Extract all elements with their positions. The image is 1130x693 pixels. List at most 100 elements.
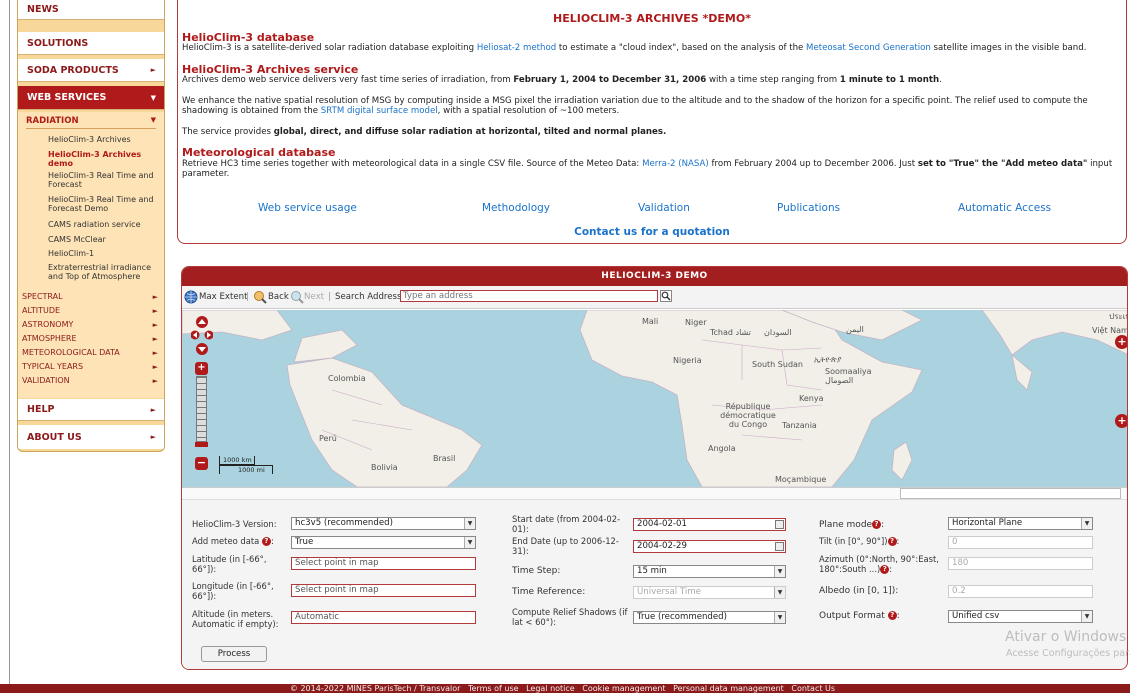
submenu-item-hc3-archives-demo[interactable]: HelioClim-3 Archives demo [48, 150, 160, 168]
expand-icon[interactable]: + [1115, 414, 1127, 428]
menu-item-label: SOLUTIONS [27, 37, 89, 49]
longitude-input[interactable]: Select point in map [291, 584, 476, 597]
meteo-select[interactable]: True ▼ [291, 536, 476, 549]
calendar-icon[interactable] [775, 542, 784, 551]
chevron-right-icon: ► [150, 433, 156, 441]
map-label: Bolivia [371, 463, 398, 472]
heliosat-link[interactable]: Heliosat-2 method [477, 43, 556, 53]
section-astronomy[interactable]: ASTRONOMY ► [22, 320, 158, 330]
next-button[interactable]: Next [304, 292, 324, 302]
start-date-input[interactable]: 2004-02-01 [633, 518, 786, 531]
footer-link-legal[interactable]: Legal notice [526, 684, 575, 693]
tilt-input[interactable]: 0 [948, 536, 1093, 549]
map-label: Kenya [799, 394, 824, 403]
calendar-icon[interactable] [775, 520, 784, 529]
footer-link-terms[interactable]: Terms of use [468, 684, 519, 693]
merra-link[interactable]: Merra-2 (NASA) [642, 159, 709, 169]
map-toolbar: Max Extent | Back Next | Search Address: [182, 286, 1127, 309]
menu-item-soda-products[interactable]: SODA PRODUCTS ► [18, 59, 164, 82]
info-icon[interactable]: ? [261, 537, 271, 546]
submenu-item-cams-radiation[interactable]: CAMS radiation service [48, 220, 160, 229]
map-view[interactable]: Mali Niger Tchad تشاد السودان اليمن Việt… [182, 310, 1128, 487]
expand-icon[interactable]: + [1115, 335, 1127, 349]
submenu-item-hc3-archives[interactable]: HelioClim-3 Archives [48, 135, 160, 144]
time-reference-select[interactable]: Universal Time ▼ [633, 586, 786, 599]
section-altitude[interactable]: ALTITUDE ► [22, 306, 158, 316]
submenu-radiation[interactable]: RADIATION ▼ [26, 116, 156, 129]
menu-item-help[interactable]: HELP ► [18, 399, 164, 421]
srtm-link[interactable]: SRTM digital surface model [321, 106, 438, 116]
output-format-select[interactable]: Unified csv ▼ [948, 610, 1093, 623]
menu-item-label: WEB SERVICES [27, 92, 107, 103]
footer-link-contact[interactable]: Contact Us [791, 684, 835, 693]
pan-control[interactable] [191, 316, 213, 358]
menu-item-web-services[interactable]: WEB SERVICES ▼ [18, 86, 164, 110]
info-icon[interactable]: ? [872, 520, 882, 529]
version-select[interactable]: hc3v5 (recommended) ▼ [291, 517, 476, 530]
search-icon[interactable] [660, 290, 672, 302]
back-button[interactable]: Back [268, 292, 289, 302]
chevron-down-icon: ▼ [1081, 611, 1092, 622]
link-validation[interactable]: Validation [638, 202, 690, 214]
link-automatic-access[interactable]: Automatic Access [958, 202, 1051, 214]
albedo-input[interactable]: 0.2 [948, 585, 1093, 598]
process-button[interactable]: Process [201, 646, 267, 662]
section-typical-years[interactable]: TYPICAL YEARS ► [22, 362, 158, 372]
submenu-item-hc3-realtime-demo[interactable]: HelioClim-3 Real Time and Forecast Demo [48, 195, 160, 213]
menu-item-about-us[interactable]: ABOUT US ► [18, 425, 164, 449]
altitude-input[interactable]: Automatic [291, 611, 476, 624]
link-methodology[interactable]: Methodology [482, 202, 550, 214]
submenu-item-helioclim-1[interactable]: HelioClim-1 [48, 249, 160, 258]
chevron-down-icon: ▼ [150, 93, 156, 102]
section-validation[interactable]: VALIDATION ► [22, 376, 158, 386]
chevron-right-icon: ► [152, 335, 158, 343]
latitude-input[interactable]: Select point in map [291, 557, 476, 570]
plane-mode-select[interactable]: Horizontal Plane ▼ [948, 517, 1093, 530]
submenu-item-cams-mcclear[interactable]: CAMS McClear [48, 235, 160, 244]
zoom-bar[interactable] [196, 376, 207, 442]
link-publications[interactable]: Publications [777, 202, 840, 214]
map-label: Việt Nam [1092, 326, 1128, 335]
left-border [0, 0, 10, 693]
footer-link-cookies[interactable]: Cookie management [582, 684, 665, 693]
zoom-in-icon[interactable]: + [195, 362, 208, 375]
address-search-input[interactable] [400, 290, 658, 302]
end-date-input[interactable]: 2004-02-29 [633, 540, 786, 553]
back-icon[interactable] [253, 290, 267, 307]
provides-paragraph: The service provides global, direct, and… [182, 127, 667, 137]
longitude-label: Longitude (in [-66°, 66°]): [192, 581, 274, 601]
map-label: السودان [764, 328, 792, 337]
section-spectral[interactable]: SPECTRAL ► [22, 292, 158, 302]
info-icon[interactable]: ? [880, 564, 890, 574]
section-meteorological-data[interactable]: METEOROLOGICAL DATA ► [22, 348, 158, 358]
time-step-select[interactable]: 15 min ▼ [633, 565, 786, 578]
map-label: Brasil [433, 454, 456, 463]
info-icon[interactable]: ? [887, 611, 897, 620]
altitude-label: Altitude (in meters. Automatic if empty)… [192, 609, 279, 629]
submenu-item-extraterrestrial[interactable]: Extraterrestrial irradiance and Top of A… [48, 263, 160, 281]
azimuth-input[interactable]: 180 [948, 557, 1093, 570]
zoom-handle[interactable] [195, 442, 208, 447]
relief-select[interactable]: True (recommended) ▼ [633, 611, 786, 624]
chevron-right-icon: ► [152, 363, 158, 371]
map-basemap [182, 310, 1127, 487]
coordinate-box [900, 488, 1121, 499]
submenu-item-hc3-realtime[interactable]: HelioClim-3 Real Time and Forecast [48, 171, 160, 189]
link-web-service-usage[interactable]: Web service usage [258, 202, 357, 214]
max-extent-button[interactable]: Max Extent [199, 292, 248, 302]
section-atmosphere[interactable]: ATMOSPHERE ► [22, 334, 158, 344]
menu-item-solutions[interactable]: SOLUTIONS [18, 32, 164, 55]
globe-icon[interactable] [184, 290, 198, 307]
map-label: Tanzania [782, 421, 817, 430]
info-icon[interactable]: ? [887, 537, 897, 546]
msg-link[interactable]: Meteosat Second Generation [806, 43, 931, 53]
next-icon[interactable] [290, 290, 304, 307]
menu-item-news[interactable]: NEWS [18, 0, 164, 20]
zoom-slider[interactable]: + − [195, 362, 208, 470]
zoom-out-icon[interactable]: − [195, 457, 208, 470]
chevron-right-icon: ► [152, 293, 158, 301]
footer-link-personal-data[interactable]: Personal data management [673, 684, 784, 693]
map-label: République démocratique du Congo [720, 402, 776, 429]
contact-link[interactable]: Contact us for a quotation [178, 226, 1126, 238]
chevron-right-icon: ► [152, 307, 158, 315]
